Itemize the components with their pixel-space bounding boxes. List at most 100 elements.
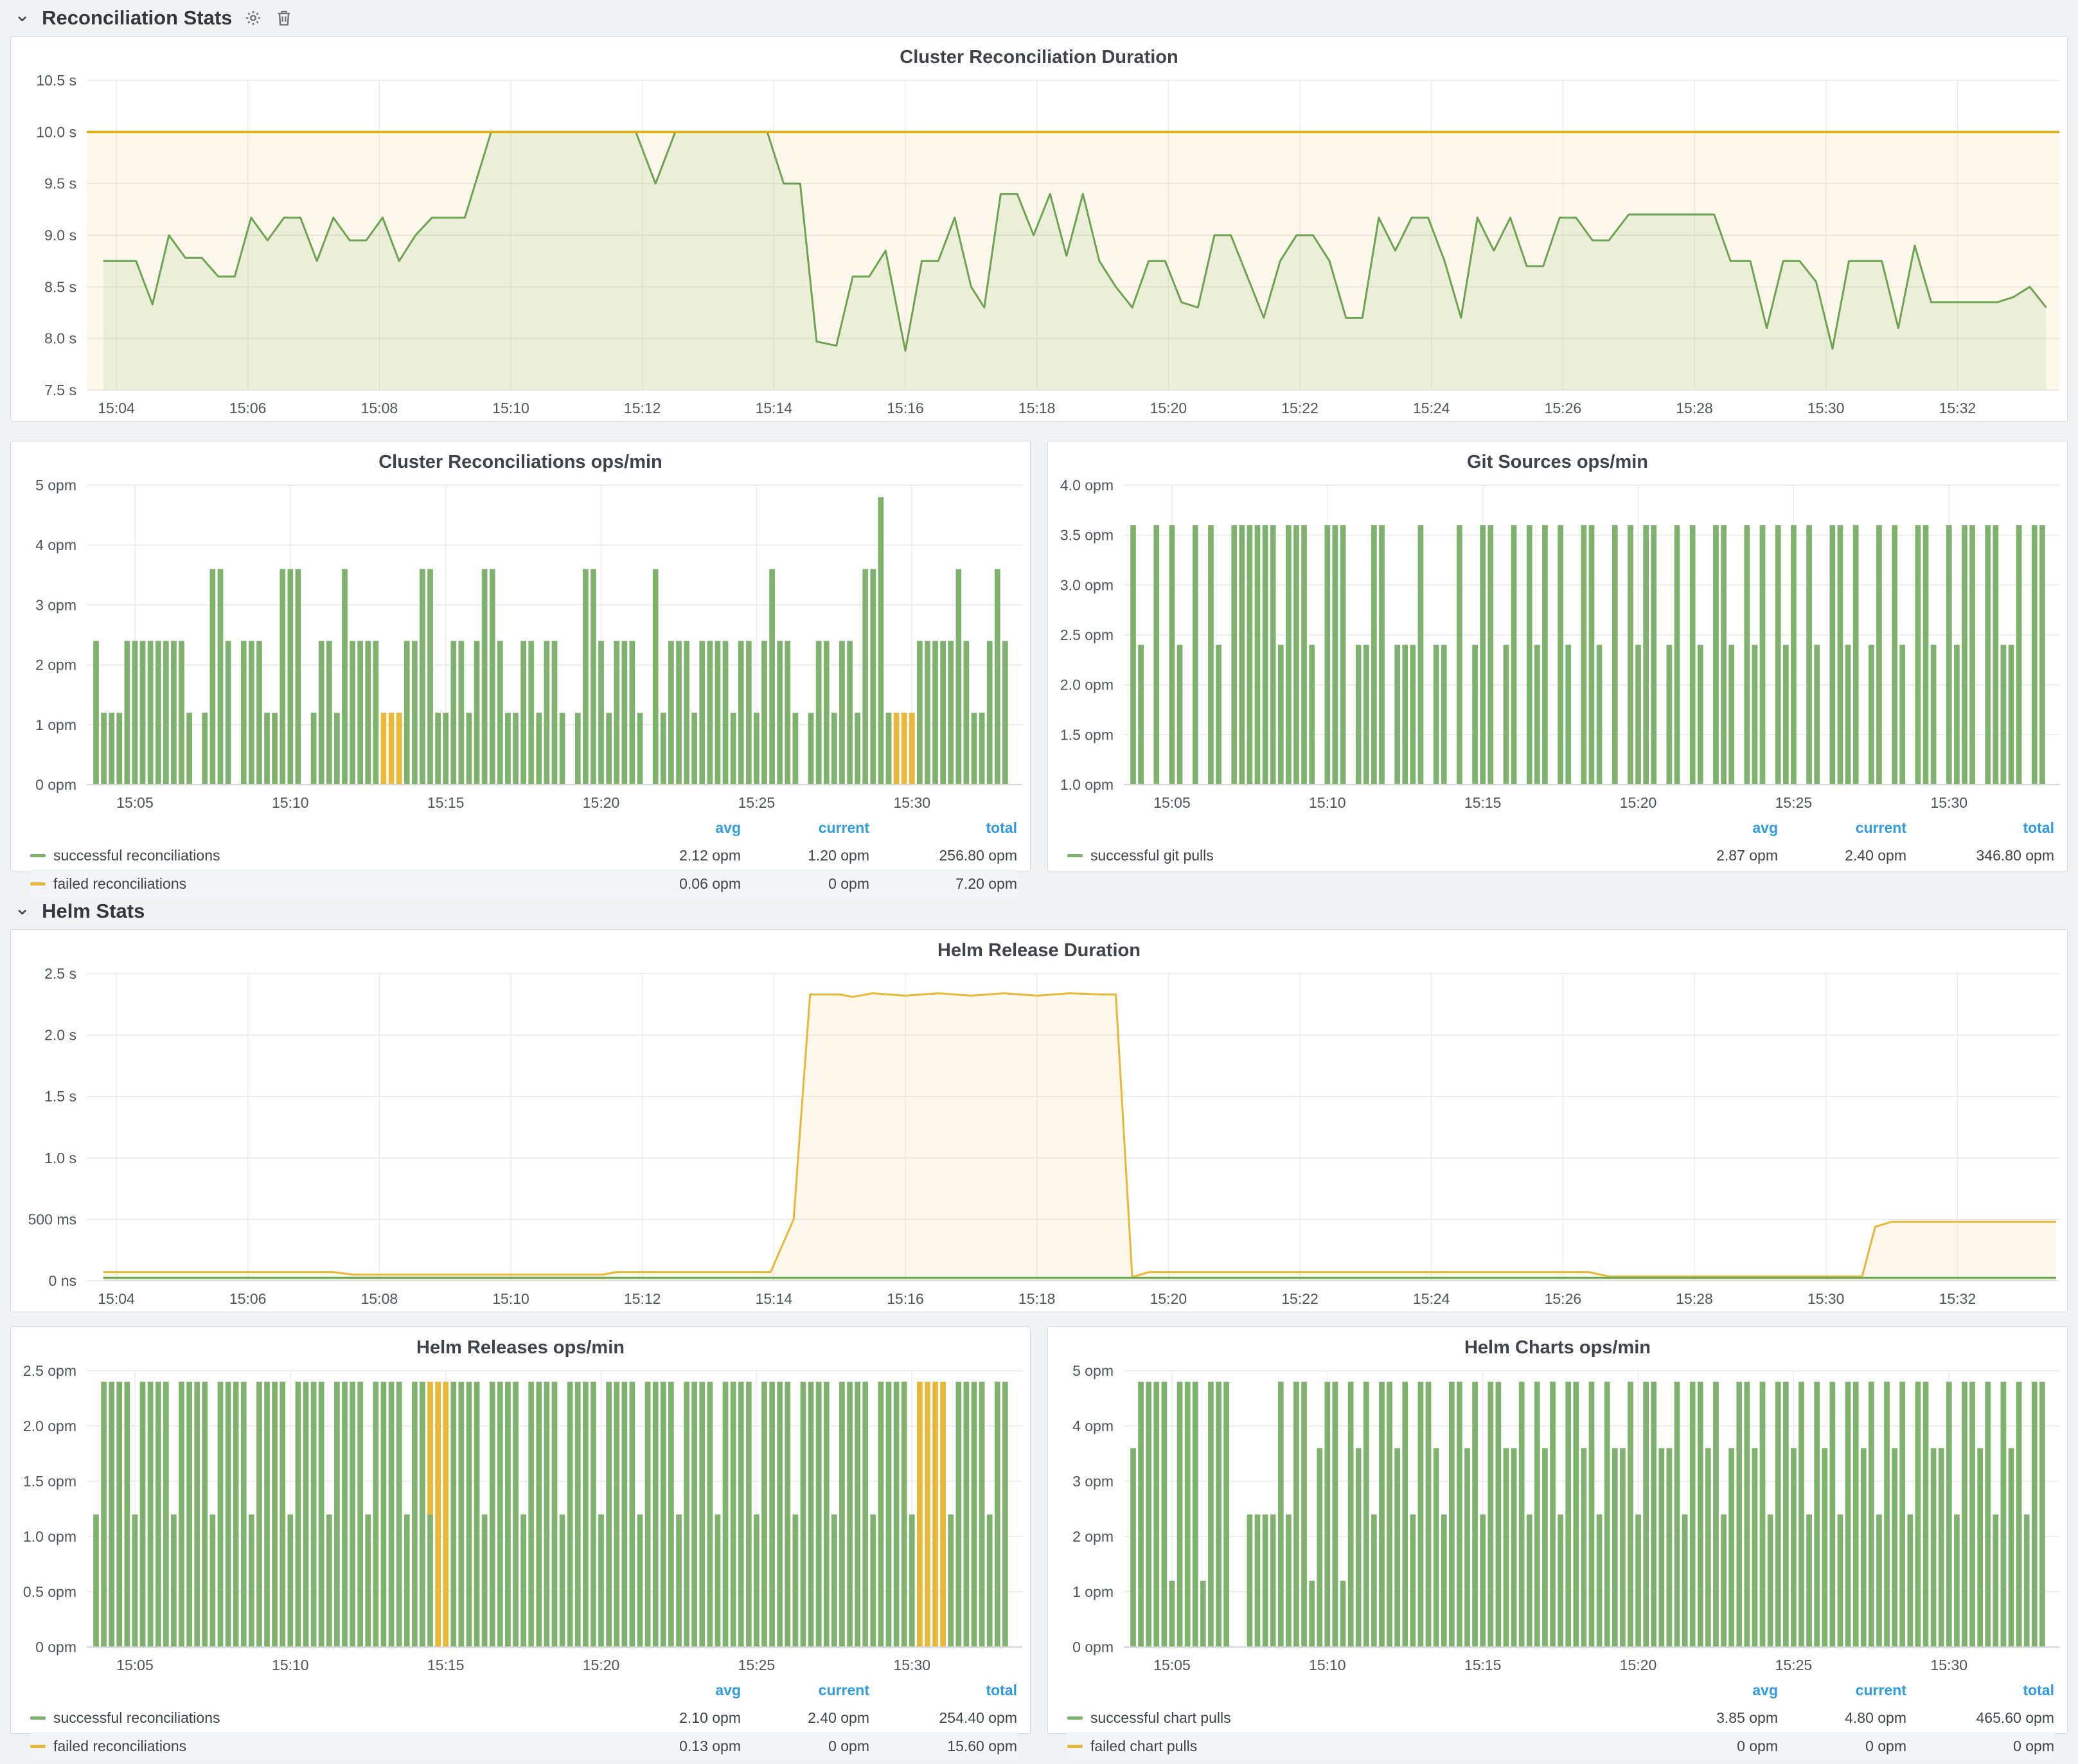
svg-text:10.5 s: 10.5 s	[36, 73, 76, 89]
series-color-marker-icon	[1067, 854, 1083, 857]
svg-text:15:22: 15:22	[1281, 400, 1319, 416]
svg-text:2.0 s: 2.0 s	[44, 1027, 76, 1044]
series-color-marker-icon	[30, 1716, 46, 1720]
git-sources-rate-chart[interactable]: 15:0515:1015:1515:2015:2515:301.0 opm1.5…	[1048, 477, 2067, 814]
svg-text:15:10: 15:10	[492, 400, 529, 416]
svg-text:15:08: 15:08	[361, 1290, 398, 1307]
legend-total-value: 346.80 opm	[1906, 847, 2054, 864]
chevron-down-icon[interactable]: ⌄	[14, 899, 30, 918]
svg-text:15:30: 15:30	[893, 1657, 930, 1673]
legend-series-name[interactable]: successful reconciliations	[30, 847, 619, 864]
legend-sort-total[interactable]: total	[1906, 819, 2054, 837]
svg-text:2.5 opm: 2.5 opm	[23, 1363, 76, 1379]
legend-current-value: 4.80 opm	[1778, 1709, 1906, 1727]
legend-avg-value: 2.87 opm	[1656, 847, 1778, 864]
legend-series-name[interactable]: failed chart pulls	[1067, 1738, 1656, 1755]
series-color-marker-icon	[30, 882, 46, 886]
section-title[interactable]: Helm Stats	[42, 900, 145, 923]
panel-title[interactable]: Helm Releases ops/min	[11, 1327, 1030, 1363]
legend-sort-total[interactable]: total	[869, 1682, 1017, 1699]
svg-text:15:20: 15:20	[1620, 794, 1657, 811]
helm-releases-rate-chart[interactable]: 15:0515:1015:1515:2015:2515:300 opm0.5 o…	[11, 1363, 1030, 1677]
legend-sort-current[interactable]: current	[741, 1682, 869, 1699]
svg-text:15:10: 15:10	[272, 1657, 309, 1673]
svg-text:15:25: 15:25	[738, 794, 776, 811]
legend-series-name[interactable]: failed reconciliations	[30, 875, 619, 893]
helm-release-duration-chart[interactable]: 15:0415:0615:0815:1015:1215:1415:1615:18…	[11, 966, 2067, 1310]
legend-sort-avg[interactable]: avg	[619, 1682, 741, 1699]
legend-avg-value: 3.85 opm	[1656, 1709, 1778, 1727]
svg-text:2 opm: 2 opm	[35, 657, 76, 673]
legend-row: failed reconciliations0.13 opm0 opm15.60…	[30, 1732, 1017, 1760]
svg-text:3.0 opm: 3.0 opm	[1060, 576, 1114, 593]
svg-text:15:08: 15:08	[361, 400, 398, 416]
legend-total-value: 465.60 opm	[1906, 1709, 2054, 1727]
cluster-reconciliations-rate-chart[interactable]: 15:0515:1015:1515:2015:2515:300 opm1 opm…	[11, 477, 1030, 814]
legend-series-name[interactable]: successful git pulls	[1067, 847, 1656, 864]
svg-text:15:32: 15:32	[1939, 1290, 1976, 1307]
svg-text:10.0 s: 10.0 s	[36, 123, 76, 140]
legend-sort-total[interactable]: total	[1906, 1682, 2054, 1699]
svg-text:2.5 opm: 2.5 opm	[1060, 627, 1114, 643]
panel-title[interactable]: Helm Charts ops/min	[1048, 1327, 2067, 1363]
legend-series-name[interactable]: successful reconciliations	[30, 1709, 619, 1727]
svg-text:15:12: 15:12	[624, 400, 661, 416]
legend-total-value: 254.40 opm	[869, 1709, 1017, 1727]
svg-text:1.0 opm: 1.0 opm	[1060, 776, 1114, 793]
svg-text:2.5 s: 2.5 s	[44, 966, 76, 982]
panel-title[interactable]: Helm Release Duration	[11, 930, 2067, 966]
section-header-reconciliation-stats[interactable]: ⌄ Reconciliation Stats	[0, 0, 2078, 36]
svg-text:15:32: 15:32	[1939, 400, 1976, 416]
svg-text:15:15: 15:15	[427, 794, 465, 811]
svg-text:15:26: 15:26	[1545, 1290, 1582, 1307]
legend-series-name[interactable]: successful chart pulls	[1067, 1709, 1656, 1727]
legend-sort-avg[interactable]: avg	[1656, 1682, 1778, 1699]
legend-row: failed reconciliations0.06 opm0 opm7.20 …	[30, 869, 1017, 898]
svg-text:15:20: 15:20	[1620, 1657, 1657, 1673]
legend-current-value: 0 opm	[741, 875, 869, 893]
gear-icon[interactable]	[244, 8, 263, 28]
legend-total-value: 15.60 opm	[869, 1738, 1017, 1755]
legend-avg-value: 2.10 opm	[619, 1709, 741, 1727]
legend-header-row: avgcurrenttotal	[1067, 1677, 2054, 1704]
legend-sort-current[interactable]: current	[1778, 819, 1906, 837]
legend-row: successful git pulls2.87 opm2.40 opm346.…	[1067, 841, 2054, 869]
legend-sort-current[interactable]: current	[1778, 1682, 1906, 1699]
chevron-down-icon[interactable]: ⌄	[14, 6, 30, 25]
legend-git-sources: avgcurrenttotal successful git pulls2.87 …	[1048, 814, 2067, 873]
section-title[interactable]: Reconciliation Stats	[42, 6, 232, 30]
legend-sort-current[interactable]: current	[741, 819, 869, 837]
svg-text:15:06: 15:06	[229, 1290, 267, 1307]
svg-text:3.5 opm: 3.5 opm	[1060, 527, 1114, 544]
panel-title[interactable]: Cluster Reconciliations ops/min	[11, 441, 1030, 477]
cluster-reconciliation-duration-chart[interactable]: 15:0415:0615:0815:1015:1215:1415:1615:18…	[11, 73, 2067, 420]
legend-sort-avg[interactable]: avg	[1656, 819, 1778, 837]
svg-text:15:15: 15:15	[1464, 1657, 1502, 1673]
svg-text:15:10: 15:10	[272, 794, 309, 811]
svg-text:3 opm: 3 opm	[1072, 1473, 1114, 1490]
legend-total-value: 7.20 opm	[869, 875, 1017, 893]
panel-title[interactable]: Git Sources ops/min	[1048, 441, 2067, 477]
legend-current-value: 0 opm	[1778, 1738, 1906, 1755]
svg-text:0 opm: 0 opm	[1072, 1639, 1114, 1655]
series-color-marker-icon	[30, 854, 46, 857]
legend-series-name[interactable]: failed reconciliations	[30, 1738, 619, 1755]
svg-text:4 opm: 4 opm	[35, 537, 76, 553]
panel-title[interactable]: Cluster Reconciliation Duration	[11, 37, 2067, 73]
legend-sort-total[interactable]: total	[869, 819, 1017, 837]
svg-text:15:10: 15:10	[1309, 1657, 1346, 1673]
svg-text:15:16: 15:16	[887, 1290, 924, 1307]
legend-current-value: 2.40 opm	[1778, 847, 1906, 864]
svg-text:15:25: 15:25	[1775, 1657, 1813, 1673]
svg-text:1 opm: 1 opm	[35, 717, 76, 733]
svg-text:15:05: 15:05	[116, 794, 154, 811]
svg-text:0 opm: 0 opm	[35, 1639, 76, 1655]
trash-icon[interactable]	[274, 8, 294, 28]
legend-header-row: avgcurrenttotal	[30, 1677, 1017, 1704]
legend-avg-value: 0 opm	[1656, 1738, 1778, 1755]
panel-helm-charts-rate: Helm Charts ops/min 15:0515:1015:1515:20…	[1047, 1326, 2068, 1734]
svg-text:15:30: 15:30	[1930, 794, 1967, 811]
helm-charts-rate-chart[interactable]: 15:0515:1015:1515:2015:2515:300 opm1 opm…	[1048, 1363, 2067, 1677]
svg-text:15:25: 15:25	[1775, 794, 1813, 811]
legend-sort-avg[interactable]: avg	[619, 819, 741, 837]
